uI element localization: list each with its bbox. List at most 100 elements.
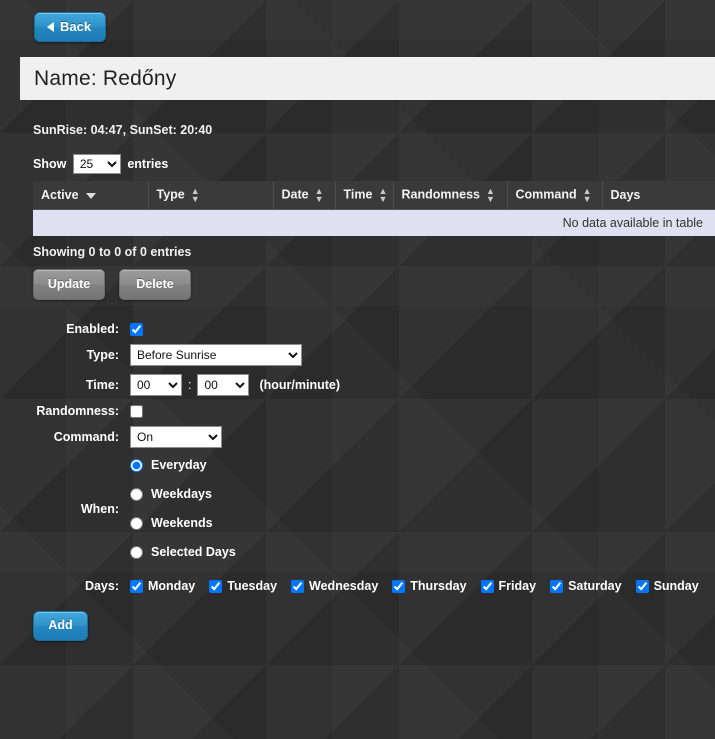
table-action-buttons: Update Delete [33,269,715,300]
table-info: Showing 0 to 0 of 0 entries [33,245,192,259]
randomness-control [130,404,143,418]
form-row-days: Days: Monday Tuesday Wednesday Thursday Frid… [0,579,715,593]
days-label: Days: [84,579,119,593]
schedule-form: Enabled: Type: Before SunriseAfter Sunri… [0,322,715,593]
table-empty-message: No data available in table [33,209,715,236]
table-header-active[interactable]: Active [33,181,149,210]
table-header-label: Active [41,188,79,202]
form-row-type: Type: Before SunriseAfter SunriseBefore … [0,344,715,366]
type-label: Type: [86,348,119,362]
command-control: OnOff [130,426,222,448]
day-option-friday[interactable]: Friday [480,579,537,593]
time-control: 00 : 00 (hour/minute) [130,374,340,396]
day-option-wednesday[interactable]: Wednesday [291,579,378,593]
form-row-command: Command: OnOff [0,426,715,448]
minute-select[interactable]: 00 [197,374,250,396]
add-button[interactable]: Add [33,611,88,641]
day-option-monday[interactable]: Monday [130,579,195,593]
table-empty-row: No data available in table [33,209,715,236]
table-header-randomness[interactable]: Randomness ▲ ▼ [393,181,508,210]
day-checkbox[interactable] [392,579,406,593]
form-row-randomness: Randomness: [0,404,715,418]
when-option-label: Everyday [151,458,207,472]
days-checkbox-group: Monday Tuesday Wednesday Thursday Friday Satu… [130,579,699,593]
day-option-thursday[interactable]: Thursday [392,579,467,593]
page-title-text: Name: Redőny [34,66,177,90]
day-option-tuesday[interactable]: Tuesday [209,579,277,593]
time-hint: (hour/minute) [259,378,341,392]
when-radio[interactable] [130,545,143,559]
sun-times-text: SunRise: 04:47, SunSet: 20:40 [33,123,213,137]
when-label: When: [80,501,119,516]
table-header-date[interactable]: Date ▲ ▼ [273,181,336,210]
add-bar: Add [33,611,715,641]
day-label: Friday [498,579,537,593]
day-checkbox[interactable] [130,579,143,593]
when-radio[interactable] [130,516,143,530]
sort-both-icon: ▲ ▼ [314,186,324,204]
when-option-weekdays[interactable]: Weekdays [130,487,236,501]
page-title: Name: Redőny [20,57,715,100]
sort-both-icon: ▲ ▼ [378,186,388,204]
command-select[interactable]: OnOff [130,426,222,448]
form-row-time: Time: 00 : 00 (hour/minute) [0,374,715,396]
day-checkbox[interactable] [550,579,564,593]
table-header-label: Command [515,187,577,202]
when-radio[interactable] [130,487,143,501]
delete-button[interactable]: Delete [119,269,191,300]
table-header-type[interactable]: Type ▲ ▼ [148,181,274,210]
table-header-label: Time [343,187,373,202]
table-header-label: Randomness [401,187,481,202]
day-label: Wednesday [309,579,379,593]
back-bar: Back [0,0,715,42]
when-radio[interactable] [130,458,143,472]
day-label: Saturday [568,579,622,593]
sun-times-info: SunRise: 04:47, SunSet: 20:40 [33,123,715,137]
table-header-label: Days [610,188,641,202]
type-select[interactable]: Before SunriseAfter SunriseBefore Sunset… [130,344,302,366]
day-checkbox[interactable] [635,579,649,593]
table-header-label: Date [281,187,309,202]
enabled-checkbox[interactable] [130,322,143,336]
when-option-label: Weekdays [151,487,212,501]
update-button[interactable]: Update [33,269,105,300]
day-option-sunday[interactable]: Sunday [635,579,699,593]
type-control: Before SunriseAfter SunriseBefore Sunset… [130,344,302,366]
day-checkbox[interactable] [291,579,305,593]
when-radio-group: Everyday Weekdays Weekends Selected Days [130,458,236,559]
triangle-left-icon [47,21,54,32]
table-header-days[interactable]: Days [602,181,715,210]
enabled-control [130,322,143,336]
randomness-checkbox[interactable] [130,404,143,418]
back-button-label: Back [60,19,92,34]
time-separator: : [188,378,192,392]
when-option-label: Selected Days [151,545,236,559]
when-option-weekends[interactable]: Weekends [130,516,236,530]
day-checkbox[interactable] [480,579,494,593]
table-length-select[interactable]: 102550100 [72,154,121,174]
table-header-label: Type [156,187,185,202]
randomness-label: Randomness: [36,404,119,418]
table-length-prefix: Show [33,157,67,171]
hour-select[interactable]: 00 [130,374,182,396]
when-option-selected-days[interactable]: Selected Days [130,545,236,559]
enabled-label: Enabled: [66,322,119,336]
table-header-time[interactable]: Time ▲ ▼ [335,181,394,210]
schedule-table: Active Type ▲ ▼ Date ▲ ▼ Time ▲ ▼ Randomness ▲ ▼ Comm… [33,181,715,236]
sort-desc-icon [85,192,96,199]
day-label: Thursday [410,579,467,593]
form-row-when: When: Everyday Weekdays Weekends Selected D… [0,458,715,559]
table-length-suffix: entries [127,157,169,171]
day-label: Tuesday [227,579,278,593]
schedule-table-wrapper: Show 102550100 entries Active Type ▲▼ Date ▲… [33,154,715,300]
day-option-saturday[interactable]: Saturday [550,579,622,593]
when-option-label: Weekends [151,516,213,530]
table-header-command[interactable]: Command ▲ ▼ [507,181,603,210]
day-checkbox[interactable] [209,579,223,593]
back-button[interactable]: Back [34,12,107,42]
day-label: Monday [148,579,196,593]
when-option-everyday[interactable]: Everyday [130,458,236,472]
table-length-control: Show 102550100 entries [33,154,715,174]
day-label: Sunday [653,579,699,593]
table-header-row: Active Type ▲ ▼ Date ▲ ▼ Time ▲ ▼ Randomness ▲ ▼ Comm… [33,181,715,210]
